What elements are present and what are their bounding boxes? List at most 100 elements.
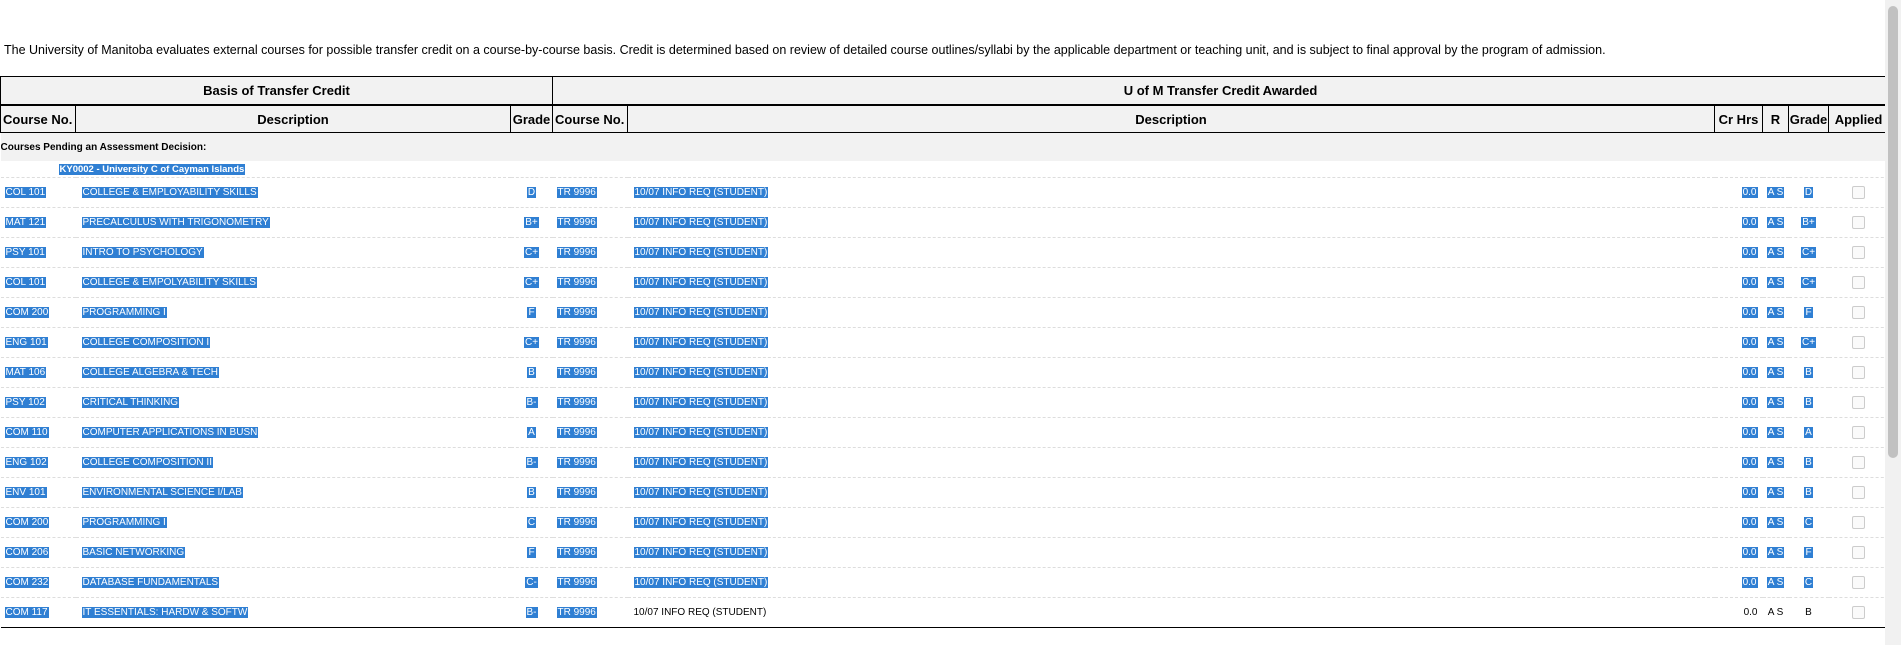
course-no: COL 101 [4, 277, 47, 288]
applied-checkbox[interactable] [1852, 546, 1866, 559]
r-code: A S [1766, 517, 1785, 528]
um-description: 10/07 INFO REQ (STUDENT) [633, 547, 769, 558]
um-grade: B [1804, 457, 1813, 468]
institution-row: KY0002 - University C of Cayman Islands [0, 161, 1889, 178]
course-grade: B- [525, 457, 538, 468]
col-um-course-no: Course No. [552, 104, 628, 133]
cr-hrs: 0.0 [1741, 457, 1758, 468]
um-grade: F [1804, 547, 1813, 558]
r-code: A S [1766, 547, 1785, 558]
course-grade: B [527, 487, 536, 498]
um-description: 10/07 INFO REQ (STUDENT) [633, 277, 769, 288]
um-description: 10/07 INFO REQ (STUDENT) [633, 607, 767, 618]
um-course-no: TR 9996 [556, 577, 597, 588]
um-course-no: TR 9996 [556, 217, 597, 228]
course-grade: C- [525, 577, 538, 588]
table-row: ENG 102 COLLEGE COMPOSITION II B- TR 9996 10… [0, 447, 1889, 478]
applied-checkbox[interactable] [1852, 396, 1866, 409]
applied-checkbox[interactable] [1852, 426, 1866, 439]
course-description: COLLEGE COMPOSITION II [81, 457, 213, 468]
r-code: A S [1766, 457, 1785, 468]
applied-checkbox[interactable] [1852, 456, 1866, 469]
applied-checkbox[interactable] [1852, 606, 1866, 619]
course-grade: F [527, 547, 536, 558]
cr-hrs: 0.0 [1741, 307, 1758, 318]
applied-checkbox[interactable] [1852, 336, 1866, 349]
r-code: A S [1766, 397, 1785, 408]
um-description: 10/07 INFO REQ (STUDENT) [633, 247, 769, 258]
um-grade: F [1804, 307, 1813, 318]
um-description: 10/07 INFO REQ (STUDENT) [633, 307, 769, 318]
um-grade: B [1804, 487, 1813, 498]
um-description: 10/07 INFO REQ (STUDENT) [633, 217, 769, 228]
course-no: COL 101 [4, 187, 47, 198]
table-row: ENV 101 ENVIRONMENTAL SCIENCE I/LAB B TR 99… [0, 477, 1889, 508]
course-no: PSY 101 [4, 247, 46, 258]
cr-hrs: 0.0 [1741, 217, 1758, 228]
course-description: COLLEGE COMPOSITION I [81, 337, 211, 348]
course-grade: C [526, 517, 537, 528]
course-description: BASIC NETWORKING [81, 547, 186, 558]
course-grade: B- [525, 397, 538, 408]
course-description: INTRO TO PSYCHOLOGY [81, 247, 204, 258]
course-description: CRITICAL THINKING [81, 397, 180, 408]
applied-checkbox[interactable] [1852, 216, 1866, 229]
col-um-description: Description [627, 104, 1715, 133]
course-description: PROGRAMMING I [81, 307, 167, 318]
course-no: COM 200 [4, 307, 50, 318]
applied-checkbox[interactable] [1852, 276, 1866, 289]
um-course-no: TR 9996 [556, 457, 597, 468]
um-description: 10/07 INFO REQ (STUDENT) [633, 427, 769, 438]
um-course-no: TR 9996 [556, 487, 597, 498]
um-description: 10/07 INFO REQ (STUDENT) [633, 187, 769, 198]
um-description: 10/07 INFO REQ (STUDENT) [633, 397, 769, 408]
um-grade: A [1804, 427, 1813, 438]
course-grade: A [527, 427, 536, 438]
course-description: COLLEGE & EMPOLYABILITY SKILLS [81, 277, 257, 288]
course-description: COLLEGE & EMPLOYABILITY SKILLS [81, 187, 258, 198]
um-description: 10/07 INFO REQ (STUDENT) [633, 487, 769, 498]
um-course-no: TR 9996 [556, 247, 597, 258]
course-description: PROGRAMMING I [81, 517, 167, 528]
um-grade: B [1804, 367, 1813, 378]
applied-checkbox[interactable] [1852, 306, 1866, 319]
table-row: COM 206 BASIC NETWORKING F TR 9996 10/07 INF… [0, 537, 1889, 568]
course-no: COM 206 [4, 547, 50, 558]
header-um-transfer-credit-awarded: U of M Transfer Credit Awarded [551, 76, 1890, 106]
col-course-no: Course No. [0, 104, 76, 133]
cr-hrs: 0.0 [1741, 427, 1758, 438]
table-row: COM 200 PROGRAMMING I C TR 9996 10/07 INFO R… [0, 507, 1889, 538]
applied-checkbox[interactable] [1852, 516, 1866, 529]
course-no: ENG 102 [4, 457, 48, 468]
scrollbar-thumb[interactable] [1888, 6, 1898, 458]
course-grade: B [527, 367, 536, 378]
applied-checkbox[interactable] [1852, 486, 1866, 499]
cr-hrs: 0.0 [1741, 577, 1758, 588]
cr-hrs: 0.0 [1741, 367, 1758, 378]
r-code: A S [1766, 187, 1785, 198]
course-no: COM 110 [4, 427, 49, 438]
table-row: PSY 101 INTRO TO PSYCHOLOGY C+ TR 9996 10/07… [0, 237, 1889, 268]
r-code: A S [1766, 277, 1785, 288]
applied-checkbox[interactable] [1852, 576, 1866, 589]
um-grade: B [1804, 397, 1813, 408]
um-grade: C+ [1800, 337, 1817, 348]
um-course-no: TR 9996 [556, 337, 597, 348]
um-course-no: TR 9996 [556, 187, 597, 198]
course-grade: C+ [523, 277, 540, 288]
course-grade: B+ [524, 217, 539, 228]
table-row: COM 110 COMPUTER APPLICATIONS IN BUSN A TR … [0, 417, 1889, 448]
um-description: 10/07 INFO REQ (STUDENT) [633, 517, 769, 528]
col-description: Description [75, 104, 511, 133]
course-description: PRECALCULUS WITH TRIGONOMETRY [81, 217, 270, 228]
vertical-scrollbar[interactable] [1885, 0, 1901, 645]
course-grade: B- [525, 607, 538, 618]
cr-hrs: 0.0 [1741, 277, 1758, 288]
applied-checkbox[interactable] [1852, 186, 1866, 199]
table-row: PSY 102 CRITICAL THINKING B- TR 9996 10/07 I… [0, 387, 1889, 418]
applied-checkbox[interactable] [1852, 366, 1866, 379]
course-description: DATABASE FUNDAMENTALS [81, 577, 220, 588]
um-description: 10/07 INFO REQ (STUDENT) [633, 577, 769, 588]
applied-checkbox[interactable] [1852, 246, 1866, 259]
cr-hrs: 0.0 [1741, 187, 1758, 198]
